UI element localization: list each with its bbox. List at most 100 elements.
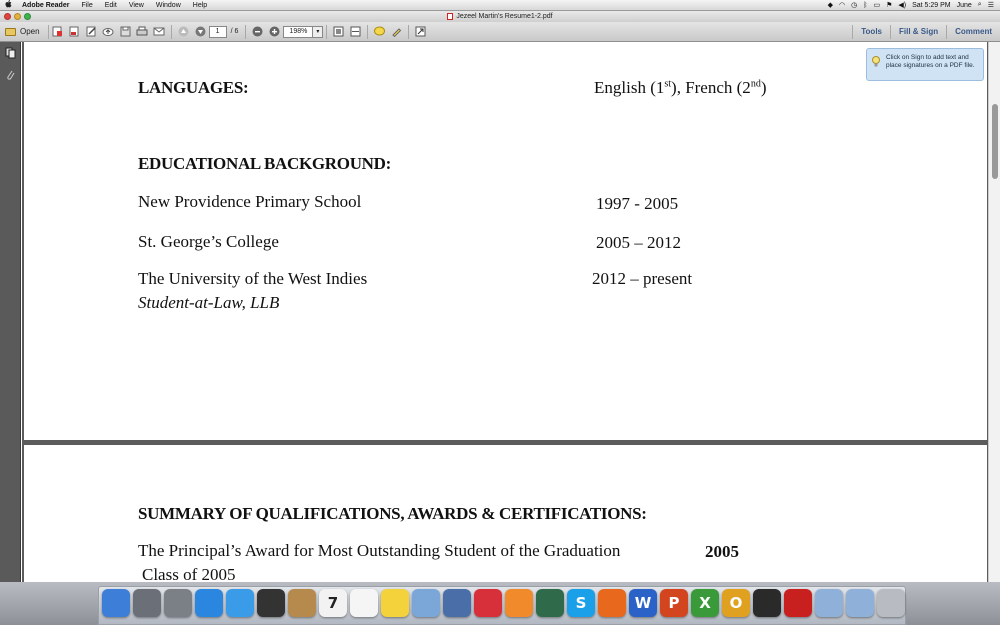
applications-folder-icon[interactable] (815, 589, 843, 617)
degree: Student-at-Law, LLB (138, 293, 280, 312)
menu-edit[interactable]: Edit (99, 2, 123, 9)
clock[interactable]: Sat 5:29 PM (912, 2, 951, 9)
next-page-icon[interactable] (193, 24, 208, 39)
volume-icon[interactable]: ◀) (898, 1, 906, 9)
display-icon[interactable]: ▭ (873, 1, 880, 9)
page-number-input[interactable]: 1 (208, 25, 227, 38)
flag-icon[interactable]: ⚑ (886, 1, 892, 9)
pdf-page: SUMMARY OF QUALIFICATIONS, AWARDS & CERT… (24, 445, 987, 582)
apple-menu-icon[interactable] (0, 0, 16, 10)
award-year: 2005 (705, 542, 739, 561)
bluetooth-icon[interactable]: ᛒ (863, 2, 867, 9)
fit-width-icon[interactable] (348, 24, 363, 39)
system-preferences-icon[interactable] (164, 589, 192, 617)
open-button[interactable]: Open (0, 24, 49, 39)
menu-file[interactable]: File (75, 2, 98, 9)
highlight-icon[interactable] (389, 24, 404, 39)
status-menus: ◆ ◠ ◷ ᛒ ▭ ⚑ ◀) Sat 5:29 PM June ⌕ ☰ (828, 1, 1000, 9)
close-window-button[interactable] (4, 13, 11, 20)
toolbar-separator (326, 24, 328, 39)
documents-folder-icon[interactable] (846, 589, 874, 617)
attachments-icon[interactable] (0, 64, 21, 86)
save-icon[interactable] (118, 24, 133, 39)
user-menu[interactable]: June (957, 2, 972, 9)
page-thumbnails-icon[interactable] (0, 42, 21, 64)
languages-close: ) (760, 78, 767, 97)
menu-bar: Adobe Reader File Edit View Window Help … (0, 0, 1000, 11)
dashboard-icon[interactable] (257, 589, 285, 617)
print-icon[interactable] (135, 24, 150, 39)
excel-icon[interactable]: X (691, 589, 719, 617)
tools-tab[interactable]: Tools (852, 24, 890, 39)
notification-icon[interactable]: ☰ (988, 1, 994, 9)
calendar-icon[interactable]: 7 (319, 589, 347, 617)
menu-help[interactable]: Help (187, 2, 213, 9)
itunes-icon[interactable] (474, 589, 502, 617)
app-store-icon[interactable] (195, 589, 223, 617)
dropbox-icon[interactable]: ◆ (828, 1, 833, 9)
dock-icons: 7 S WPXO (102, 589, 905, 619)
skype-icon[interactable]: S (567, 589, 595, 617)
zoom-in-icon[interactable] (267, 24, 282, 39)
export-pdf-icon[interactable] (67, 24, 82, 39)
stickies-icon[interactable] (381, 589, 409, 617)
window-title: Jezeel Martin's Resume1-2.pdf (456, 13, 553, 20)
zoom-level-input[interactable]: 198% (283, 25, 314, 38)
preview-icon[interactable] (412, 589, 440, 617)
education-heading: EDUCATIONAL BACKGROUND: (138, 154, 391, 173)
award-line-continued: Class of 2005 (142, 565, 236, 582)
school-years: 2005 – 2012 (596, 233, 681, 252)
summary-heading: SUMMARY OF QUALIFICATIONS, AWARDS & CERT… (138, 504, 647, 523)
iphoto-icon[interactable] (443, 589, 471, 617)
sticky-note-icon[interactable] (372, 24, 387, 39)
firefox-icon[interactable] (598, 589, 626, 617)
spotlight-icon[interactable]: ⌕ (978, 1, 982, 9)
address-book-icon[interactable] (288, 589, 316, 617)
school-years: 2012 – present (592, 269, 693, 288)
word-icon[interactable]: W (629, 589, 657, 617)
lightbulb-icon (872, 56, 880, 67)
finder-icon[interactable] (102, 589, 130, 617)
time-machine-icon[interactable]: ◷ (851, 1, 857, 9)
upload-cloud-icon[interactable] (101, 24, 116, 39)
safari-icon[interactable] (226, 589, 254, 617)
fill-sign-tab[interactable]: Fill & Sign (890, 24, 946, 39)
adobe-reader-icon[interactable] (784, 589, 812, 617)
open-label: Open (20, 27, 40, 36)
email-icon[interactable] (152, 24, 167, 39)
printer-icon[interactable] (753, 589, 781, 617)
zoom-window-button[interactable] (24, 13, 31, 20)
toolbar-separator (170, 24, 172, 39)
minimize-window-button[interactable] (14, 13, 21, 20)
language-2-ordinal: nd (750, 78, 761, 90)
app-menu[interactable]: Adobe Reader (16, 2, 75, 9)
language-1: English (1 (594, 78, 665, 97)
scrollbar-thumb[interactable] (992, 104, 998, 179)
menu-view[interactable]: View (123, 2, 150, 9)
document-view[interactable]: LANGUAGES: English (1st), French (2nd) E… (22, 42, 988, 582)
edit-pdf-icon[interactable] (84, 24, 99, 39)
full-screen-icon[interactable] (413, 24, 428, 39)
ibooks-icon[interactable] (505, 589, 533, 617)
languages-value: English (1st), French (2nd) (594, 78, 766, 98)
outlook-icon[interactable]: O (722, 589, 750, 617)
vertical-scrollbar[interactable] (988, 42, 1000, 582)
toolbar-separator (367, 24, 369, 39)
reminders-icon[interactable] (350, 589, 378, 617)
fit-page-icon[interactable] (331, 24, 346, 39)
powerpoint-icon[interactable]: P (660, 589, 688, 617)
create-pdf-icon[interactable] (50, 24, 65, 39)
trash-icon[interactable] (877, 589, 905, 617)
zoom-dropdown-icon[interactable]: ▾ (313, 25, 324, 38)
menu-window[interactable]: Window (150, 2, 187, 9)
launchpad-icon[interactable] (133, 589, 161, 617)
window-controls (4, 13, 31, 20)
previous-page-icon[interactable] (176, 24, 191, 39)
tooltip-text: Click on Sign to add text and place sign… (886, 54, 975, 69)
photo-booth-icon[interactable] (536, 589, 564, 617)
school-years: 1997 - 2005 (596, 194, 679, 213)
navigation-pane (0, 42, 21, 582)
wifi-icon[interactable]: ◠ (839, 1, 845, 9)
zoom-out-icon[interactable] (250, 24, 265, 39)
comment-tab[interactable]: Comment (946, 24, 1000, 39)
